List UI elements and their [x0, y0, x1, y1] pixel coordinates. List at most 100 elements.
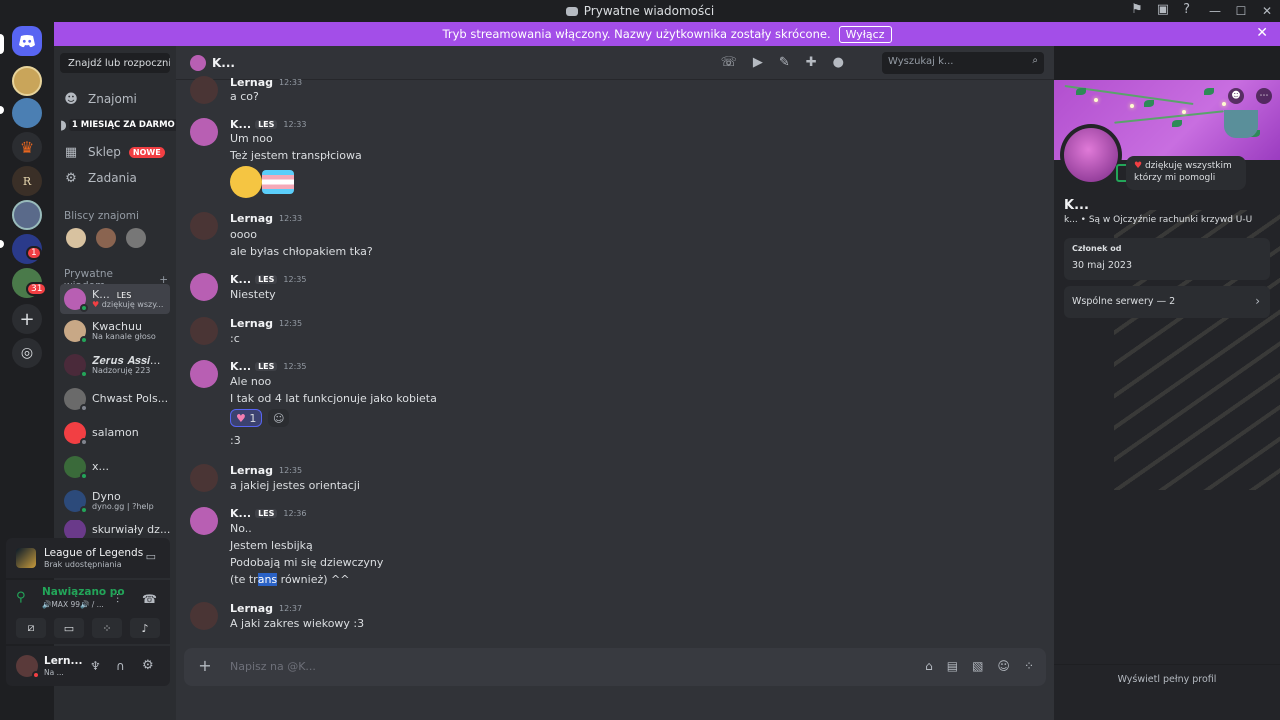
add-friends-to-dm-icon[interactable]: ✚ [806, 55, 817, 70]
upload-plus-icon[interactable]: + [196, 657, 214, 675]
mutual-servers-button[interactable]: Wspólne serwery — 2 › [1064, 286, 1270, 318]
video-off-icon[interactable]: ⧄ [16, 618, 46, 638]
screen-share-icon[interactable]: ▣ [1157, 2, 1169, 17]
dm-item[interactable]: Dyno dyno.gg | ?help [60, 486, 170, 516]
dm-item[interactable]: skurwiały dz... [60, 520, 170, 540]
avatar[interactable] [190, 118, 218, 146]
message-author[interactable]: K... [230, 118, 251, 131]
dm-item[interactable]: K... LES ♥ dziękuję wszy... [60, 284, 170, 314]
gift-icon[interactable]: ⌂ [925, 659, 933, 673]
apps-icon[interactable]: ⁘ [1024, 659, 1034, 673]
noise-suppression-icon[interactable]: ⫶ [116, 592, 119, 607]
server-icon[interactable] [12, 66, 42, 96]
light-decoration [1222, 102, 1226, 106]
message-text: ale byłas chłopakiem tka? [230, 245, 373, 258]
headphones-icon[interactable]: ∩ [116, 659, 125, 673]
avatar[interactable] [96, 228, 116, 248]
avatar [64, 354, 88, 378]
discover-icon[interactable]: ◎ [12, 338, 42, 368]
avatar[interactable] [190, 360, 218, 388]
avatar[interactable] [16, 655, 40, 679]
dm-item[interactable]: 𝒁𝒆𝒓𝒖𝒔 𝑨𝒔𝒔𝒊... Nadzoruję 223 [60, 350, 170, 380]
stream-game-icon[interactable]: ▭ [146, 550, 156, 563]
dm-item[interactable]: Chwast Pols... [60, 384, 170, 414]
server-icon[interactable] [12, 200, 42, 230]
dm-item[interactable]: Kwachuu Na kanale głoso [60, 316, 170, 346]
gif-icon[interactable]: ▤ [947, 659, 958, 673]
voice-channel[interactable]: 🔊MAX 99🔊 / ... [42, 600, 104, 609]
inbox-flag-icon[interactable]: ⚑ [1131, 2, 1143, 17]
search-input[interactable]: Wyszukaj k... ⌕ [882, 52, 1044, 74]
nitro-icon: ◗ [60, 117, 67, 133]
message-composer[interactable]: + Napisz na @K... ⌂ ▤ ▧ ☺ ⁘ [184, 648, 1046, 686]
avatar[interactable] [190, 212, 218, 240]
avatar[interactable] [190, 76, 218, 104]
message-author[interactable]: Lernag [230, 317, 273, 330]
dm-name: salamon [92, 426, 139, 439]
emoji-icon[interactable]: ☺ [997, 659, 1010, 673]
message-author[interactable]: K... [230, 507, 251, 520]
message-author[interactable]: Lernag [230, 212, 273, 225]
nav-nitro[interactable]: ◗ 1 MIESIĄC ZA DARMO [60, 112, 178, 138]
disconnect-icon[interactable]: ☎ [142, 592, 157, 606]
mic-icon[interactable]: ♆ [90, 659, 101, 673]
add-server-icon[interactable]: + [12, 304, 42, 334]
add-friend-icon[interactable]: ☻ [1228, 88, 1244, 104]
disable-streamer-mode-button[interactable]: Wyłącz [838, 25, 892, 43]
find-conversation-button[interactable]: Znajdź lub rozpocznij... [60, 53, 170, 73]
server-icon[interactable]: ♛ [12, 132, 42, 162]
nav-tasks[interactable]: ⚙ Zadania [60, 165, 170, 191]
discord-home-icon[interactable] [12, 26, 42, 56]
message-author[interactable]: Lernag [230, 602, 273, 615]
message-author[interactable]: K... [230, 273, 251, 286]
avatar[interactable] [190, 602, 218, 630]
chat-recipient-name[interactable]: K... [212, 56, 235, 70]
video-call-icon[interactable]: ▶ [753, 55, 763, 70]
avatar[interactable] [190, 464, 218, 492]
server-icon[interactable] [12, 98, 42, 128]
add-reaction-button[interactable]: ☺ [268, 409, 290, 427]
activity-panel: League of Legends Brak udostępniania ▭ [6, 538, 170, 578]
maximize-button[interactable]: ☐ [1228, 4, 1254, 18]
close-icon[interactable]: ✕ [1256, 25, 1268, 41]
minimize-button[interactable]: — [1202, 4, 1228, 18]
profile-avatar[interactable] [1060, 124, 1130, 186]
close-window-button[interactable]: ✕ [1254, 4, 1280, 18]
server-icon[interactable]: R [12, 166, 42, 196]
trans-flag-emoji [262, 170, 294, 194]
dm-item[interactable]: x... [60, 452, 170, 482]
avatar[interactable] [66, 228, 86, 248]
more-options-icon[interactable]: ⋯ [1256, 88, 1272, 104]
discord-icon [565, 6, 578, 16]
message-author[interactable]: K... [230, 360, 251, 373]
message-author[interactable]: Lernag [230, 464, 273, 477]
screen-share-icon[interactable]: ▭ [54, 618, 84, 638]
view-full-profile-button[interactable]: Wyświetl pełny profil [1054, 664, 1280, 694]
avatar[interactable] [190, 273, 218, 301]
dm-item[interactable]: salamon [60, 418, 170, 448]
message-time: 12:36 [283, 509, 307, 518]
reaction-heart[interactable]: ♥ 1 [230, 409, 263, 427]
voice-status[interactable]: Nawiązano po [42, 586, 125, 598]
help-icon[interactable]: ? [1183, 2, 1190, 17]
selected-indicator [0, 34, 4, 54]
user-profile-icon[interactable]: ● [833, 55, 844, 70]
nav-shop[interactable]: ▦ Sklep NOWE [60, 139, 170, 165]
settings-icon[interactable]: ⚙ [142, 658, 154, 673]
sticker-icon[interactable]: ▧ [972, 659, 983, 673]
status-dot [80, 472, 88, 480]
voice-call-icon[interactable]: ☏ [721, 55, 737, 70]
message-author[interactable]: Lernag [230, 76, 273, 89]
composer-placeholder[interactable]: Napisz na @K... [230, 660, 316, 673]
signal-icon[interactable]: ⚲ [16, 590, 26, 605]
dm-sub: dziękuję wszy... [101, 299, 164, 309]
message-text: Podobają mi się dziewczyny [230, 556, 384, 569]
activities-icon[interactable]: ⁘ [92, 618, 122, 638]
nav-friends[interactable]: ☻ Znajomi [60, 86, 170, 112]
soundboard-icon[interactable]: ♪ [130, 618, 160, 638]
avatar[interactable] [190, 317, 218, 345]
window-title: Prywatne wiadomości [583, 4, 715, 18]
avatar[interactable] [126, 228, 146, 248]
pinned-messages-icon[interactable]: ✎ [779, 55, 790, 70]
avatar[interactable] [190, 507, 218, 535]
